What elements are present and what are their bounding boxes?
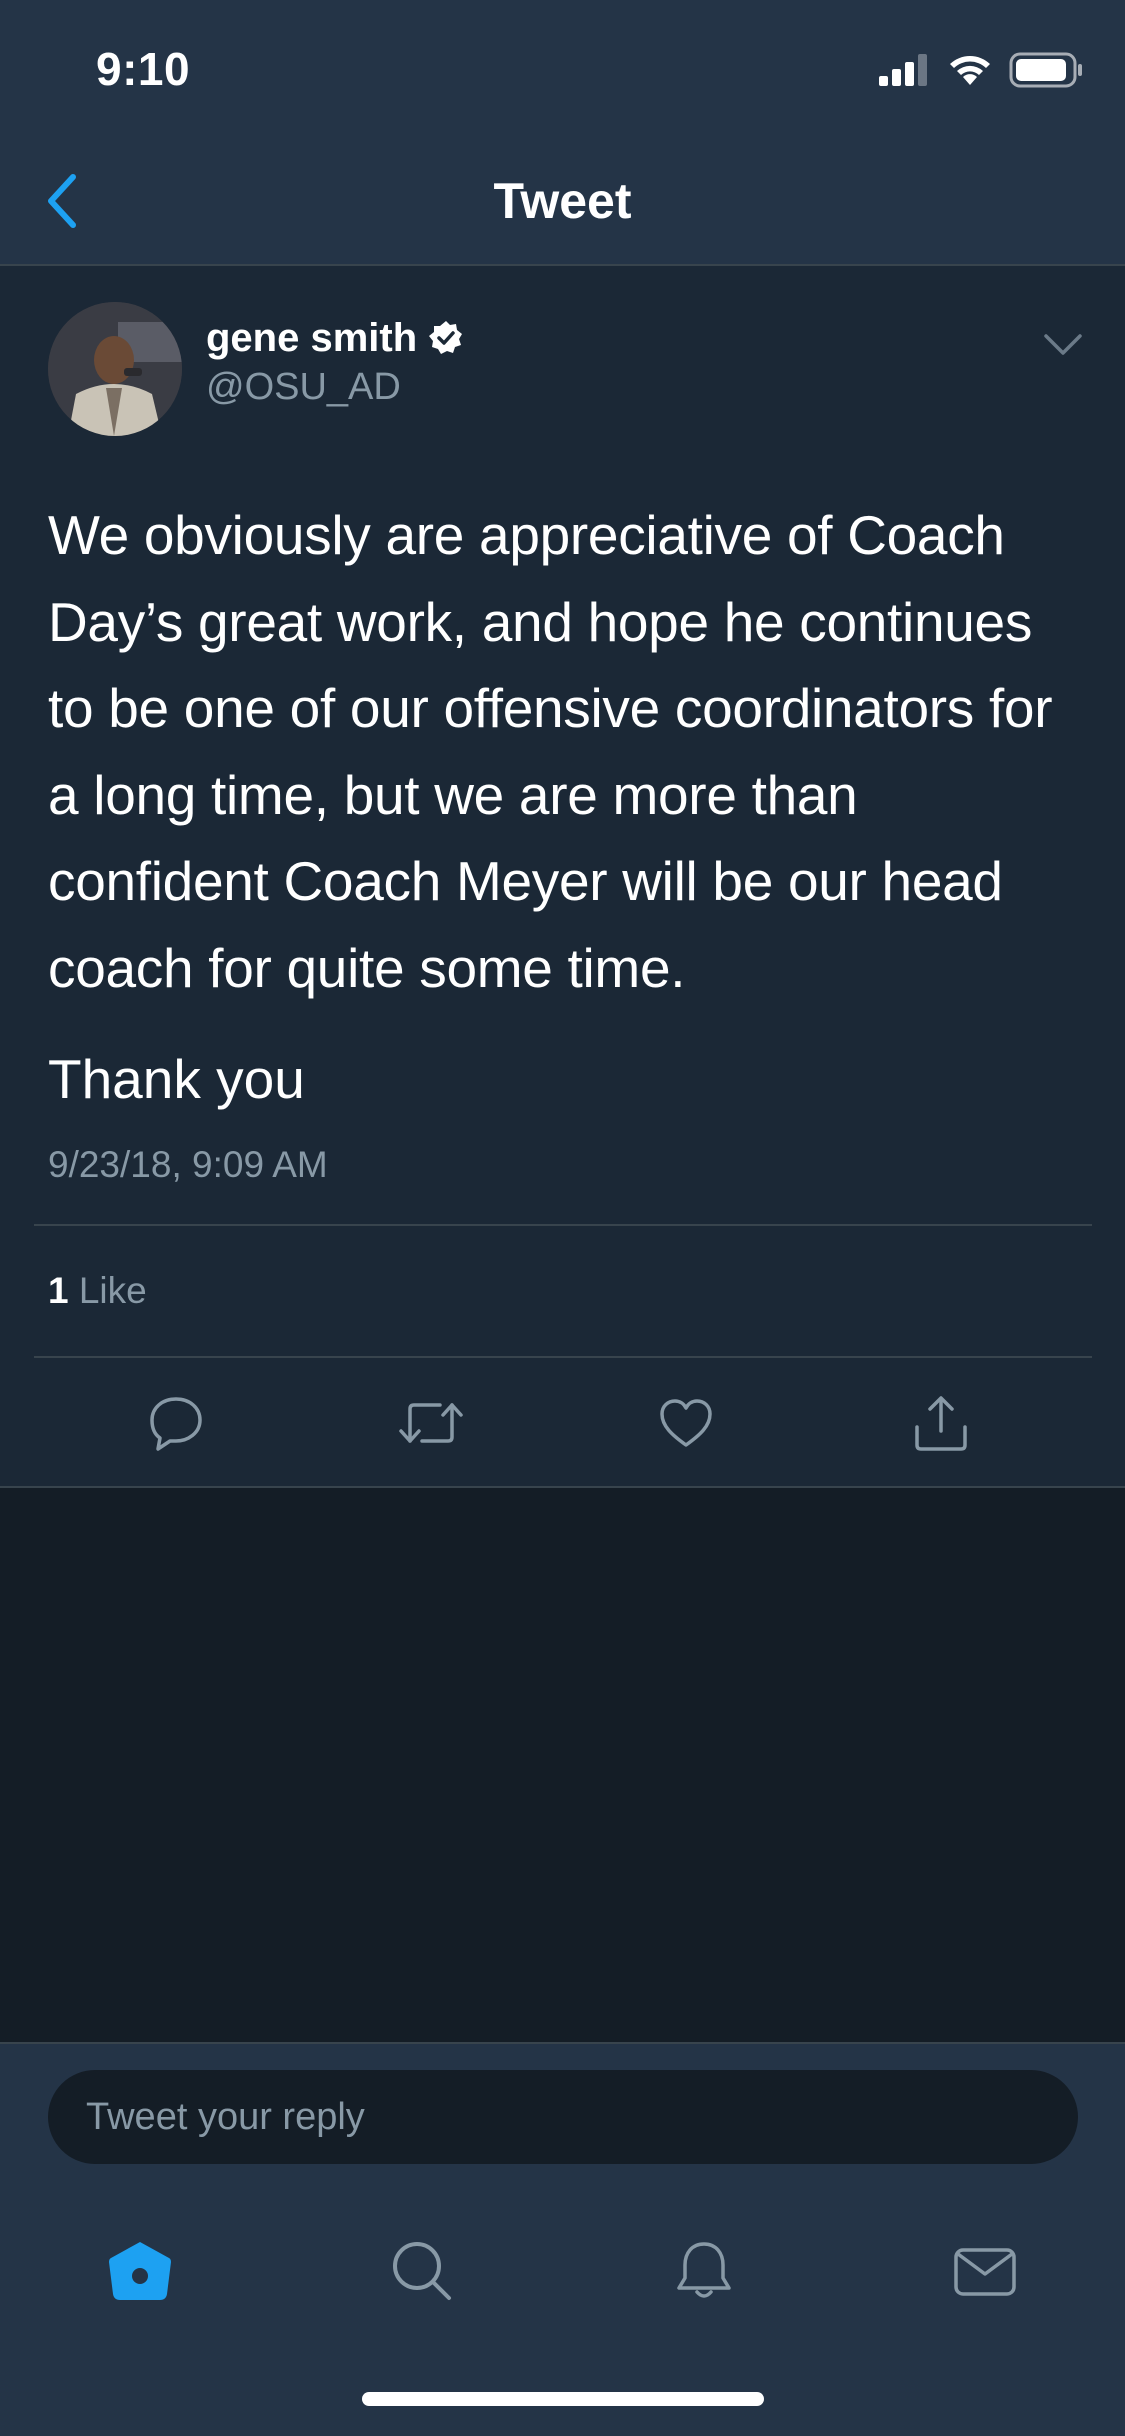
tweet-text-line: to be one of our offensive coordinators … <box>48 677 1053 740</box>
reply-composer: Tweet your reply <box>0 2042 1125 2172</box>
tweet-text-closing: Thank you <box>48 1048 305 1110</box>
retweet-icon <box>399 1403 463 1443</box>
likes-label: Like <box>78 1270 147 1311</box>
messages-icon <box>954 2248 1016 2296</box>
avatar-image <box>48 302 182 436</box>
page-title: Tweet <box>493 173 632 229</box>
tab-search[interactable] <box>377 2226 467 2316</box>
share-button[interactable] <box>896 1378 986 1468</box>
likes-count: 1 <box>48 1270 69 1311</box>
author-name[interactable]: gene smith <box>206 316 417 361</box>
tab-messages[interactable] <box>940 2226 1030 2316</box>
tab-notifications[interactable] <box>659 2226 749 2316</box>
home-indicator[interactable] <box>362 2392 764 2406</box>
notifications-icon <box>677 2242 731 2298</box>
verified-badge-icon <box>429 321 462 354</box>
tweet-text-line: We obviously are appreciative of Coach <box>48 504 1005 566</box>
tweet-text: We obviously are appreciative of Coach D… <box>48 492 1088 1012</box>
status-icons <box>879 50 1083 90</box>
navigation-bar: Tweet <box>0 136 1125 266</box>
tweet-text-line: confident Coach Meyer will be our head <box>48 850 1003 913</box>
like-button[interactable] <box>641 1378 731 1468</box>
tweet-detail-screen: 9:10 Tweet gene smith @OSU_AD We obvious… <box>0 0 1125 2436</box>
likes-summary[interactable]: 1 Like <box>48 1270 147 1312</box>
tweet-timestamp: 9/23/18, 9:09 AM <box>48 1144 328 1185</box>
status-time: 9:10 <box>96 43 191 95</box>
divider <box>34 1356 1092 1358</box>
home-icon <box>109 2242 171 2300</box>
tweet-actions <box>0 1378 1125 1468</box>
tweet-text-line: Day’s great work, and hope he continues <box>48 590 1033 653</box>
share-icon <box>915 1396 967 1451</box>
tweet-card: gene smith @OSU_AD We obviously are appr… <box>0 266 1125 1488</box>
avatar[interactable] <box>48 302 182 436</box>
reply-input[interactable]: Tweet your reply <box>48 2070 1078 2164</box>
tweet-text-line: coach for quite some time. <box>48 936 686 999</box>
status-bar: 9:10 <box>0 0 1125 136</box>
author-handle[interactable]: @OSU_AD <box>206 366 401 409</box>
reply-icon <box>150 1397 202 1451</box>
reply-button[interactable] <box>131 1378 221 1468</box>
tweet-text-line: a long time, but we are more than <box>48 763 858 826</box>
battery-icon <box>1009 52 1082 88</box>
cellular-signal-icon <box>879 54 927 86</box>
divider <box>34 1224 1092 1226</box>
retweet-button[interactable] <box>386 1378 476 1468</box>
chevron-down-icon[interactable] <box>1040 330 1086 360</box>
like-icon <box>660 1399 712 1447</box>
wifi-icon <box>950 56 990 85</box>
tab-bar <box>0 2172 1125 2436</box>
search-icon <box>393 2242 451 2300</box>
tab-home[interactable] <box>95 2226 185 2316</box>
